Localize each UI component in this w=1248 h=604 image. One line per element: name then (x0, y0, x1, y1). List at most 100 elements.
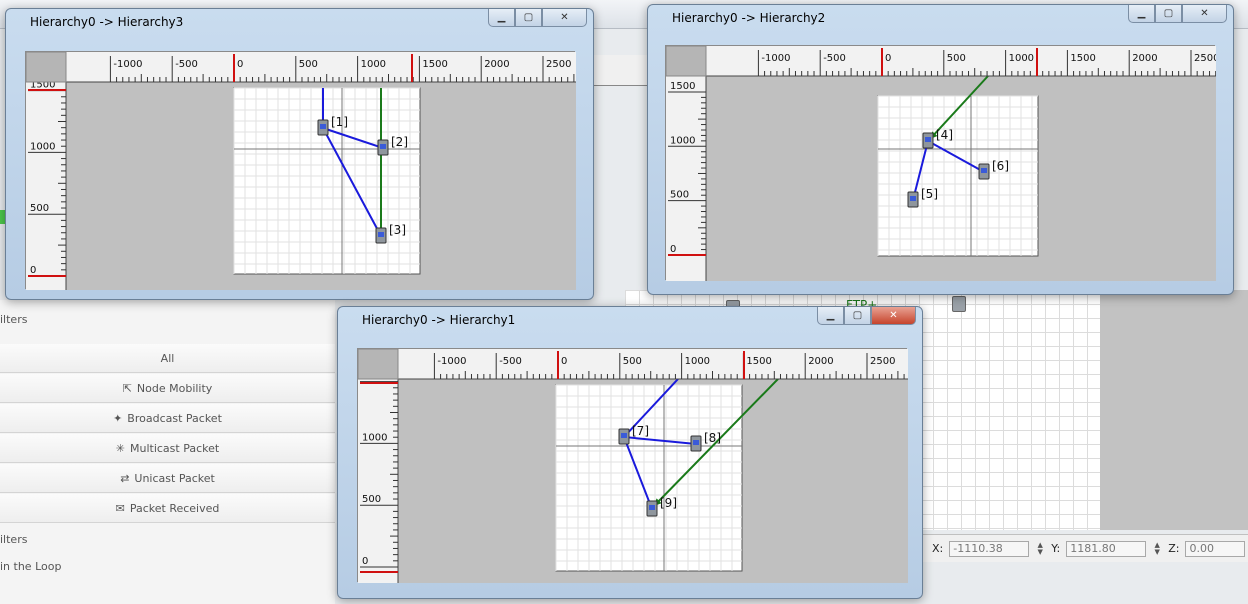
filter-item-all[interactable]: All (0, 344, 335, 373)
vertical-ruler (358, 379, 398, 583)
ruler-tick-label: 500 (30, 203, 49, 214)
vertical-ruler (26, 82, 66, 290)
close-button[interactable]: ✕ (1182, 5, 1227, 23)
ruler-tick-label: 1000 (670, 135, 695, 146)
ruler-tick-label: 1500 (746, 356, 771, 367)
ruler-tick-label: 500 (670, 190, 689, 201)
node-label: [5] (921, 187, 938, 201)
close-icon: ✕ (889, 310, 898, 321)
node-screen (320, 124, 326, 129)
maximize-button[interactable]: ▢ (844, 307, 871, 325)
z-coordinate-field[interactable] (1185, 540, 1246, 557)
ruler-tick-label: 1000 (30, 141, 55, 152)
ruler-tick-label: -1000 (761, 53, 790, 64)
node-screen (621, 433, 627, 438)
background-ruler (590, 55, 650, 86)
ruler-tick-label: 1500 (1070, 53, 1095, 64)
window-title: Hierarchy0 -> Hierarchy3 (30, 15, 184, 29)
x-coordinate-field[interactable] (949, 540, 1030, 557)
ruler-tick-label: 0 (362, 556, 368, 567)
window-controls: ▁ ▢ ✕ (1128, 5, 1227, 23)
close-button[interactable]: ✕ (871, 307, 916, 325)
maximize-icon: ▢ (852, 310, 863, 321)
minimize-button[interactable]: ▁ (817, 307, 844, 325)
ruler-corner (358, 349, 399, 380)
minimize-button[interactable]: ▁ (488, 9, 515, 27)
close-icon: ✕ (1200, 8, 1209, 19)
ruler-tick-label: 1000 (685, 356, 710, 367)
topology-view: [1] [2] [3] -1000 -500 0 500 1000 1500 2000 2500 15… (25, 51, 576, 290)
topology-drawing: [7][8][9]-1000-5000500100015002000250015… (358, 349, 908, 583)
x-spin-icon[interactable]: ▲ ▼ (1035, 541, 1045, 556)
unicast-icon: ⇄ (120, 471, 130, 485)
close-icon: ✕ (560, 12, 569, 23)
filter-item-packet-received[interactable]: ✉ Packet Received (0, 494, 335, 523)
ruler-tick-label: 2500 (870, 356, 895, 367)
topology-view: [4] [5] [6] -1000 -500 0 500 1000 1500 2000 2500 15… (665, 45, 1216, 281)
hierarchy-window[interactable]: Hierarchy0 -> Hierarchy3 ▁ ▢ ✕ [1] [2] [3]… (5, 8, 594, 300)
ruler-tick-label: 500 (947, 53, 966, 64)
background-node-icon[interactable] (952, 296, 966, 312)
ruler-tick-label: 500 (362, 494, 381, 505)
ruler-tick-label: 500 (623, 356, 642, 367)
ruler-tick-label: 2000 (484, 59, 509, 70)
window-title: Hierarchy0 -> Hierarchy1 (362, 313, 516, 327)
maximize-button[interactable]: ▢ (1155, 5, 1182, 23)
topology-drawing: [1][2][3]-1000 -500 0 500 1000 1500 2000 250015… (26, 52, 576, 290)
ruler-tick-label: 1500 (670, 81, 695, 92)
maximize-icon: ▢ (523, 12, 534, 23)
minimize-icon: ▁ (1137, 8, 1146, 19)
maximize-button[interactable]: ▢ (515, 9, 542, 27)
network-canvas (233, 87, 421, 275)
in-the-loop-label: in the Loop (0, 559, 62, 573)
ruler-tick-label: 2000 (1132, 53, 1157, 64)
ruler-tick-label: 1000 (361, 59, 386, 70)
node-label: [2] (391, 135, 408, 149)
network-canvas (877, 95, 1039, 257)
node-screen (649, 505, 655, 510)
hierarchy-window[interactable]: Hierarchy0 -> Hierarchy2 ▁ ▢ ✕ [4] [5] [6]… (647, 4, 1234, 295)
ruler-tick-label: 2500 (1194, 53, 1216, 64)
ruler-tick-label: 500 (299, 59, 318, 70)
network-canvas (555, 384, 743, 572)
minimize-icon: ▁ (826, 310, 835, 321)
ruler-tick-label: 0 (561, 356, 567, 367)
ruler-tick-label: 1500 (422, 59, 447, 70)
ruler-tick-label: -500 (175, 59, 198, 70)
ruler-tick-label: 1000 (1009, 53, 1034, 64)
packet-received-icon: ✉ (115, 501, 125, 515)
maximize-icon: ▢ (1163, 8, 1174, 19)
node-screen (378, 232, 384, 237)
filter-item-unicast[interactable]: ⇄ Unicast Packet (0, 464, 335, 493)
coordinate-statusbar: X: ▲▼ Y: ▲▼ Z: (920, 534, 1248, 562)
ruler-tick-label: 0 (670, 244, 676, 255)
window-controls: ▁ ▢ ✕ (488, 9, 587, 27)
node-label: [9] (660, 496, 677, 510)
ruler-tick-label: 2500 (546, 59, 571, 70)
ruler-tick-label: 0 (237, 59, 243, 70)
filter-item-node-mobility[interactable]: ⇱ Node Mobility (0, 374, 335, 403)
filter-item-multicast[interactable]: ✳ Multicast Packet (0, 434, 335, 463)
ruler-tick-label: -1000 (437, 356, 466, 367)
topology-view: [7][8][9]-1000-5000500100015002000250015… (357, 348, 908, 583)
filters-header: ilters (0, 312, 28, 326)
ruler-tick-label: 0 (885, 53, 891, 64)
filter-item-broadcast[interactable]: ✦ Broadcast Packet (0, 404, 335, 433)
y-spin-icon[interactable]: ▲ ▼ (1152, 541, 1162, 556)
window-title: Hierarchy0 -> Hierarchy2 (672, 11, 826, 25)
minimize-button[interactable]: ▁ (1128, 5, 1155, 23)
ruler-corner (26, 52, 67, 83)
node-screen (910, 196, 916, 201)
node-label: [6] (992, 159, 1009, 173)
node-label: [4] (936, 128, 953, 142)
mobility-icon: ⇱ (122, 381, 132, 395)
y-coordinate-field[interactable] (1066, 540, 1147, 557)
ruler-tick-label: 2000 (808, 356, 833, 367)
close-button[interactable]: ✕ (542, 9, 587, 27)
filters-header-2: ilters (0, 532, 28, 546)
ruler-tick-label: -500 (823, 53, 846, 64)
broadcast-icon: ✦ (113, 411, 123, 425)
node-label: [3] (389, 223, 406, 237)
hierarchy-window[interactable]: Hierarchy0 -> Hierarchy1 ▁ ▢ ✕ [7] [8] [9]… (337, 306, 923, 599)
node-screen (981, 168, 987, 173)
